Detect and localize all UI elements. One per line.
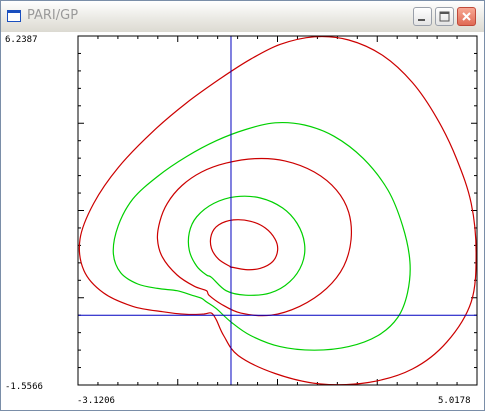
close-icon — [462, 12, 471, 21]
y-max-label: 6.2387 — [5, 35, 38, 45]
y-min-label: -1.5566 — [5, 382, 43, 392]
maximize-button[interactable] — [435, 7, 454, 26]
minimize-button[interactable] — [413, 7, 432, 26]
pari-gp-window: PARI/GP 6.2387 -1.5566 -3.1206 5.0178 — [0, 0, 485, 411]
plot-canvas: 6.2387 -1.5566 -3.1206 5.0178 — [1, 32, 484, 410]
window-icon — [7, 10, 21, 22]
close-button[interactable] — [457, 7, 476, 26]
maximize-icon — [439, 11, 450, 22]
x-max-label: 5.0178 — [438, 396, 471, 406]
title-bar[interactable]: PARI/GP — [1, 1, 484, 33]
minimize-icon — [418, 19, 425, 21]
window-title: PARI/GP — [27, 8, 79, 23]
x-min-label: -3.1206 — [77, 396, 115, 406]
